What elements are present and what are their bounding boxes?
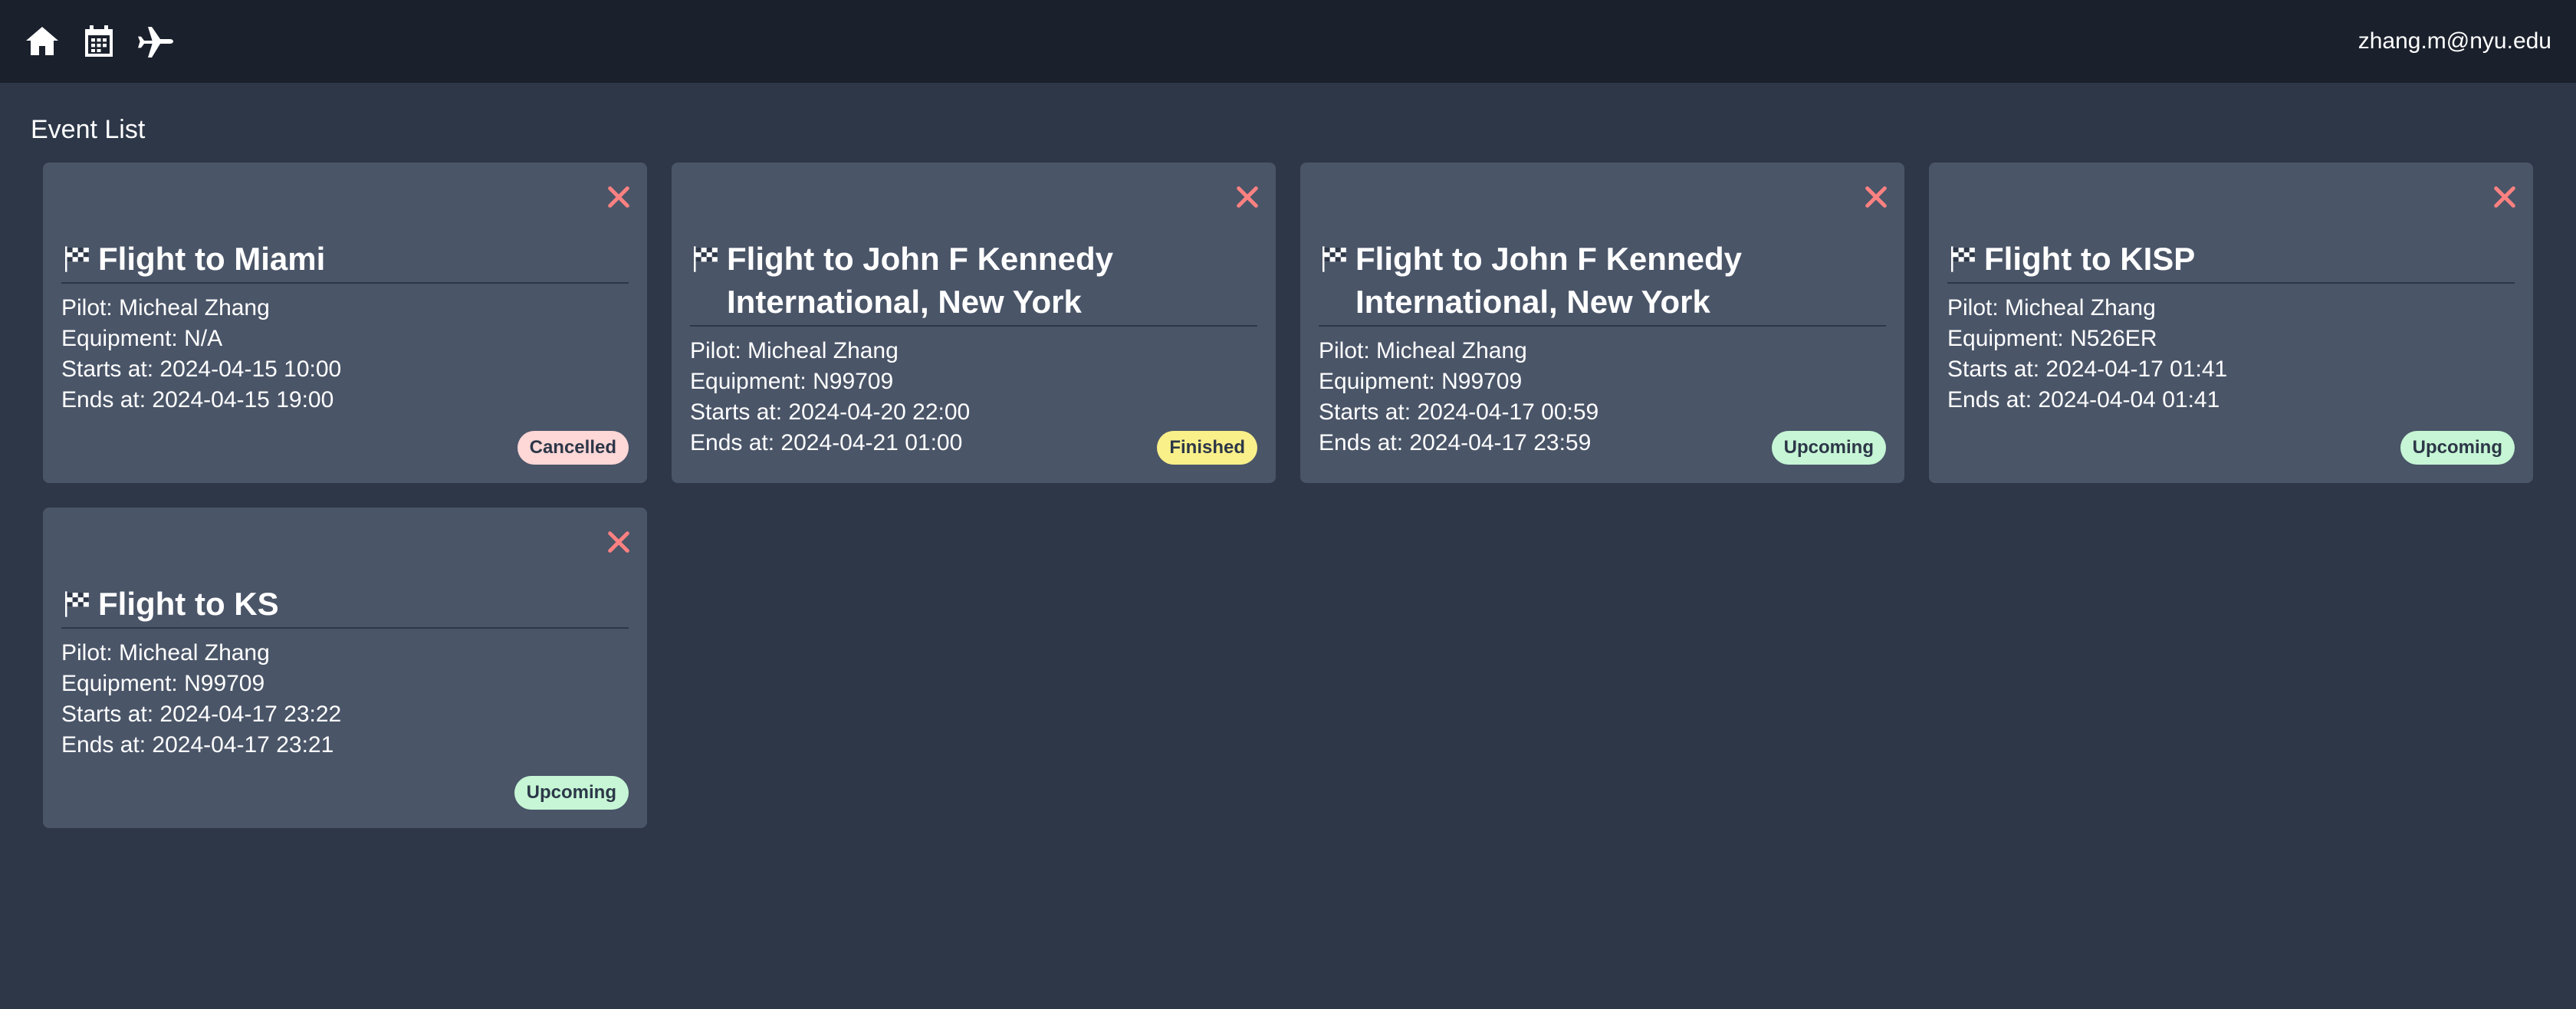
event-end-time: Ends at: 2024-04-15 19:00	[61, 387, 334, 412]
event-card[interactable]: Flight to Miami Pilot: Micheal Zhang Equ…	[43, 163, 647, 483]
event-title: Flight to John F Kennedy International, …	[690, 238, 1257, 327]
event-equipment: Equipment: N99709	[61, 671, 265, 696]
event-details: Pilot: Micheal Zhang Equipment: N526ER S…	[1947, 293, 2515, 416]
event-title: Flight to John F Kennedy International, …	[1319, 238, 1886, 327]
status-badge: Upcoming	[2400, 431, 2515, 465]
status-badge: Upcoming	[514, 776, 629, 810]
event-pilot: Pilot: Micheal Zhang	[61, 295, 270, 320]
event-card-grid: Flight to Miami Pilot: Micheal Zhang Equ…	[43, 163, 2533, 828]
close-icon	[1237, 186, 1258, 208]
event-title-text: Flight to John F Kennedy International, …	[1355, 241, 1742, 320]
close-icon	[608, 531, 629, 553]
delete-event-button[interactable]	[1234, 184, 1260, 210]
event-end-time: Ends at: 2024-04-04 01:41	[1947, 387, 2220, 412]
event-equipment: Equipment: N526ER	[1947, 326, 2157, 351]
event-start-time: Starts at: 2024-04-20 22:00	[690, 399, 971, 425]
plane-icon[interactable]	[136, 22, 175, 61]
event-equipment: Equipment: N99709	[690, 369, 894, 394]
event-start-time: Starts at: 2024-04-15 10:00	[61, 357, 342, 382]
event-card[interactable]: Flight to KS Pilot: Micheal Zhang Equipm…	[43, 508, 647, 828]
event-equipment: Equipment: N/A	[61, 326, 223, 351]
event-title: Flight to KS	[61, 583, 629, 629]
status-badge: Upcoming	[1771, 431, 1886, 465]
status-badge: Cancelled	[517, 431, 629, 465]
checkered-flag-icon	[694, 246, 718, 272]
event-pilot: Pilot: Micheal Zhang	[690, 338, 899, 363]
event-title-text: Flight to KISP	[1984, 241, 2196, 277]
close-icon	[608, 186, 629, 208]
event-card[interactable]: Flight to KISP Pilot: Micheal Zhang Equi…	[1929, 163, 2533, 483]
event-start-time: Starts at: 2024-04-17 00:59	[1319, 399, 1599, 425]
event-title-text: Flight to Miami	[98, 241, 326, 277]
event-start-time: Starts at: 2024-04-17 01:41	[1947, 357, 2228, 382]
checkered-flag-icon	[65, 591, 89, 617]
event-title: Flight to Miami	[61, 238, 629, 284]
event-end-time: Ends at: 2024-04-17 23:21	[61, 732, 334, 758]
status-badge: Finished	[1157, 431, 1257, 465]
nav-icon-group	[23, 22, 175, 61]
event-card[interactable]: Flight to John F Kennedy International, …	[672, 163, 1276, 483]
page-title: Event List	[31, 115, 146, 144]
top-navbar: zhang.m@nyu.edu	[0, 0, 2576, 83]
delete-event-button[interactable]	[606, 529, 632, 555]
event-title: Flight to KISP	[1947, 238, 2515, 284]
event-details: Pilot: Micheal Zhang Equipment: N99709 S…	[61, 638, 629, 761]
delete-event-button[interactable]	[1863, 184, 1889, 210]
home-icon[interactable]	[23, 22, 61, 61]
close-icon	[1865, 186, 1887, 208]
event-title-text: Flight to KS	[98, 586, 279, 622]
event-card[interactable]: Flight to John F Kennedy International, …	[1300, 163, 1904, 483]
event-pilot: Pilot: Micheal Zhang	[61, 640, 270, 666]
delete-event-button[interactable]	[606, 184, 632, 210]
event-pilot: Pilot: Micheal Zhang	[1319, 338, 1527, 363]
event-pilot: Pilot: Micheal Zhang	[1947, 295, 2156, 320]
checkered-flag-icon	[65, 246, 89, 272]
user-email[interactable]: zhang.m@nyu.edu	[2358, 28, 2551, 54]
event-start-time: Starts at: 2024-04-17 23:22	[61, 702, 342, 727]
calendar-icon[interactable]	[80, 22, 118, 61]
event-details: Pilot: Micheal Zhang Equipment: N/A Star…	[61, 293, 629, 416]
checkered-flag-icon	[1951, 246, 1975, 272]
checkered-flag-icon	[1322, 246, 1346, 272]
close-icon	[2494, 186, 2515, 208]
event-title-text: Flight to John F Kennedy International, …	[727, 241, 1113, 320]
event-equipment: Equipment: N99709	[1319, 369, 1523, 394]
delete-event-button[interactable]	[2492, 184, 2518, 210]
